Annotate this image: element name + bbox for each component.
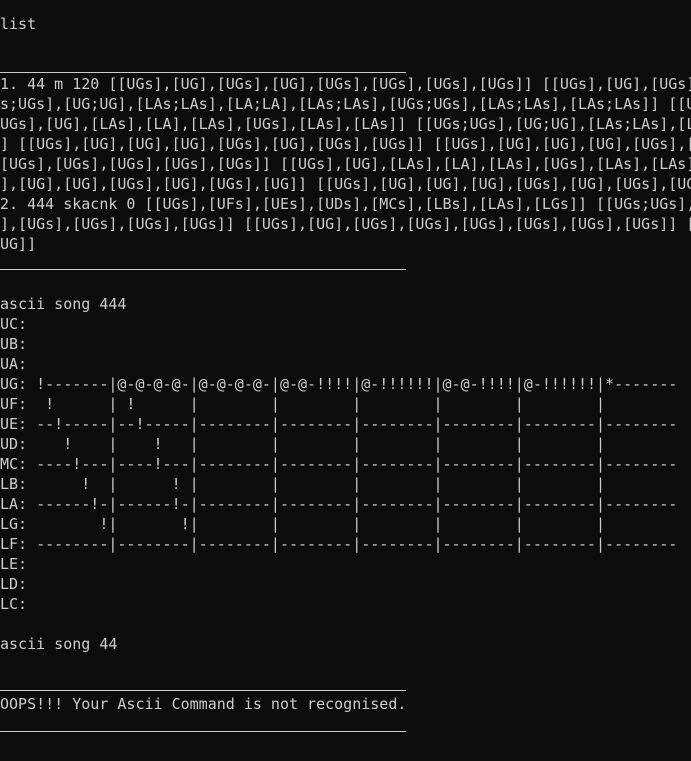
song-staff-line: LC:	[0, 595, 28, 613]
list-output-line: ],[UGs],[UGs],[UGs],[UGs]] [[UGs],[UG],[…	[0, 215, 691, 233]
command-line-song-444: ascii song 444	[0, 295, 127, 313]
song-staff-line: LE:	[0, 555, 28, 573]
terminal-window[interactable]: list 1. 44 m 120 [[UGs],[UG],[UGs],[UG],…	[0, 0, 691, 761]
list-output-line: ] [[UGs],[UG],[UG],[UG],[UGs],[UG],[UGs]…	[0, 135, 691, 153]
song-staff-line: UF: ! | ! | | | | | |	[0, 395, 606, 413]
separator-list-end	[0, 269, 406, 270]
list-output-line: UGs],[UG],[LAs],[LA],[LAs],[UGs],[LAs],[…	[0, 115, 691, 133]
command-line-list: list	[0, 15, 37, 33]
list-output-line: [UGs],[UGs],[UGs],[UGs],[UGs]] [[UGs],[U…	[0, 155, 691, 173]
list-output-line: UG]]	[0, 235, 37, 253]
song-staff-line: MC: ----!---|----!---|--------|--------|…	[0, 455, 678, 473]
song-staff-line: UE: --!-----|--!-----|--------|--------|…	[0, 415, 678, 433]
song-staff-line: LD:	[0, 575, 28, 593]
song-staff-line: LA: ------!-|------!-|--------|--------|…	[0, 495, 678, 513]
song-staff-line: LG: !| !| | | | | |	[0, 515, 606, 533]
list-output-line: 1. 44 m 120 [[UGs],[UG],[UGs],[UG],[UGs]…	[0, 75, 691, 93]
separator-error-top	[0, 690, 406, 691]
separator-top	[0, 72, 406, 73]
song-staff-line: UD: ! | ! | | | | | |	[0, 435, 606, 453]
list-output-line: s;UGs],[UG;UG],[LAs;LAs],[LA;LA],[LAs;LA…	[0, 95, 691, 113]
song-staff-line: UB:	[0, 335, 28, 353]
separator-error-bottom	[0, 731, 406, 732]
song-staff-line: LB: ! | ! | | | | | |	[0, 475, 606, 493]
song-staff-line: UA:	[0, 355, 28, 373]
list-output-line: ],[UG],[UG],[UGs],[UG],[UGs],[UG]] [[UGs…	[0, 175, 691, 193]
song-staff-line: UG: !-------|@-@-@-@-|@-@-@-@-|@-@-!!!!|…	[0, 375, 678, 393]
error-message: OOPS!!! Your Ascii Command is not recogn…	[0, 695, 407, 713]
song-staff-line: LF: --------|--------|--------|--------|…	[0, 535, 678, 553]
command-line-song-44: ascii song 44	[0, 635, 118, 653]
list-output-line: 2. 444 skacnk 0 [[UGs],[UFs],[UEs],[UDs]…	[0, 195, 691, 213]
song-staff-line: UC:	[0, 315, 28, 333]
